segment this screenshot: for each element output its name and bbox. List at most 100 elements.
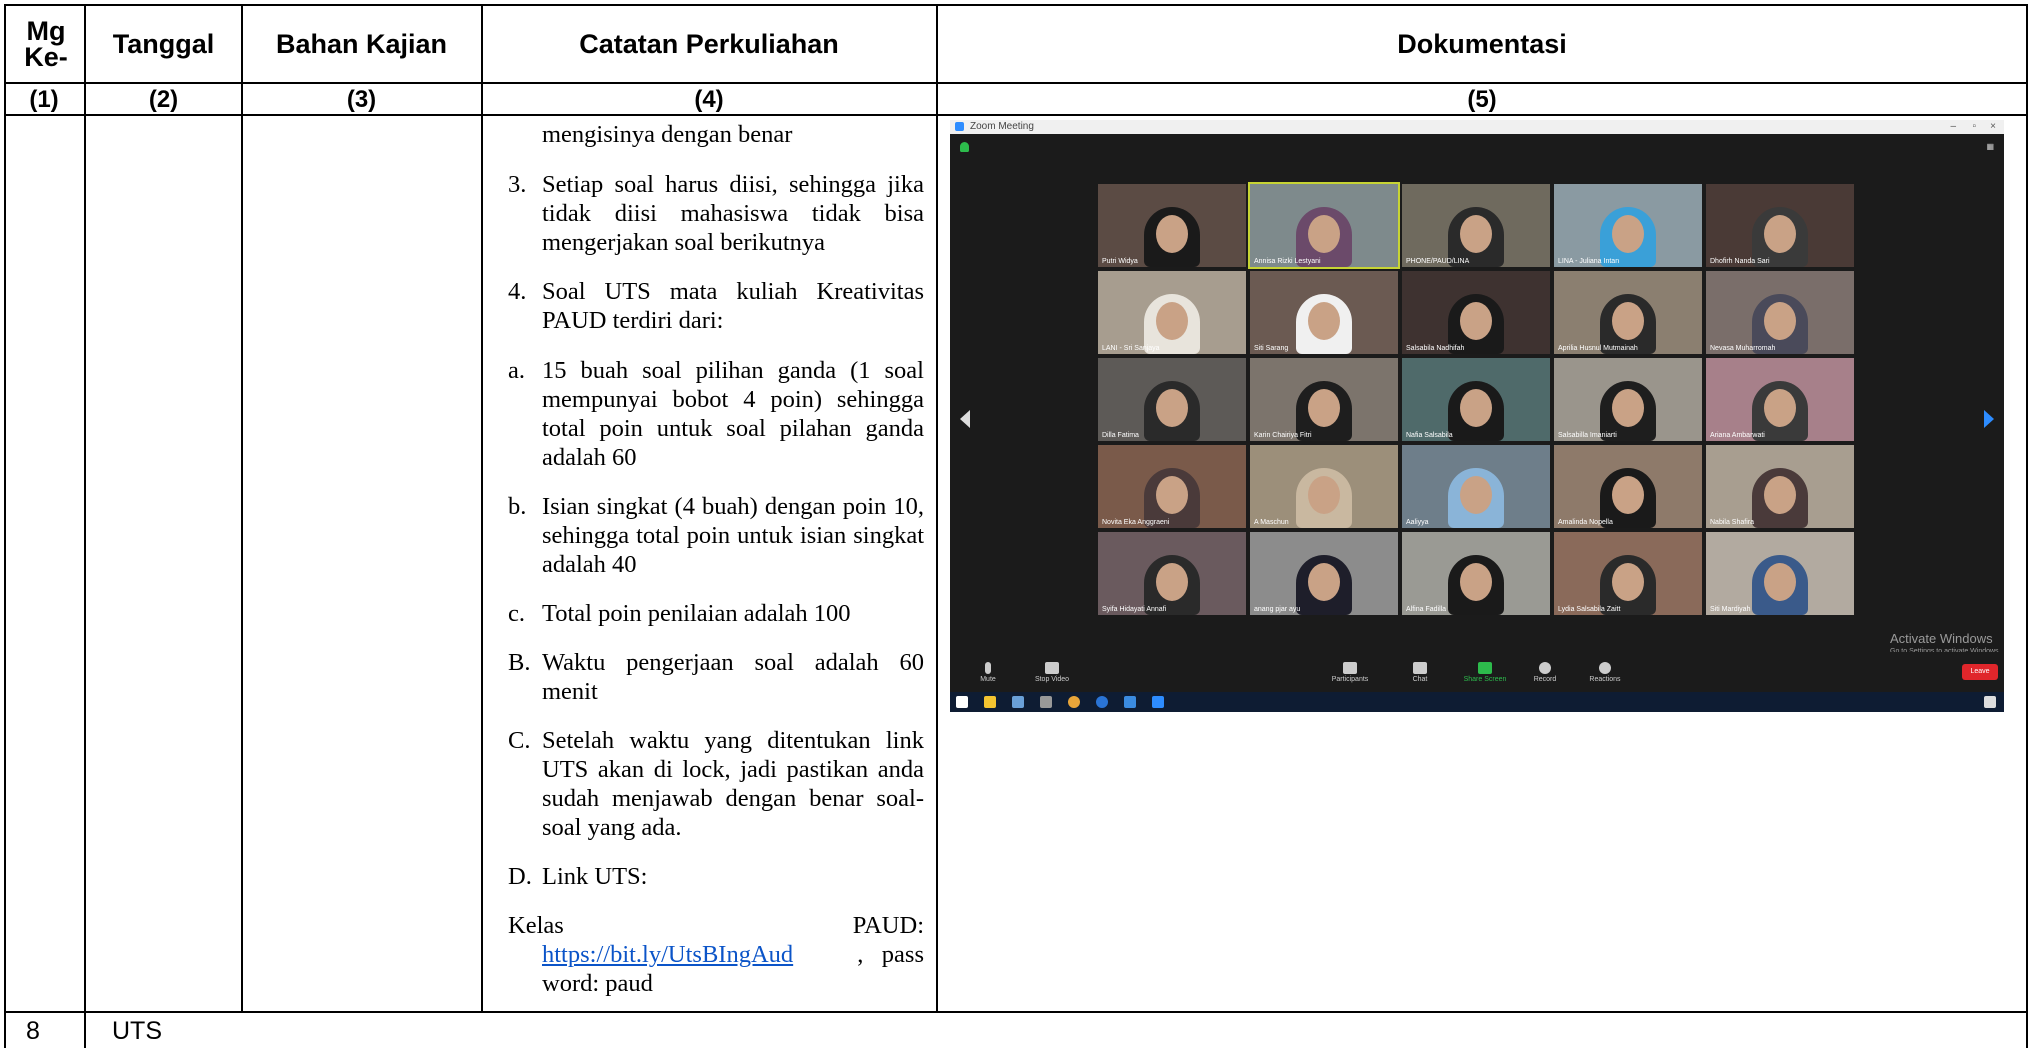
share-screen-label: Share Screen bbox=[1463, 676, 1507, 683]
header-dokumentasi: Dokumentasi bbox=[1397, 29, 1567, 59]
participant-name: anang pjar ayu bbox=[1254, 606, 1301, 613]
participant-name: Siti Sarang bbox=[1254, 345, 1289, 352]
table-border-right bbox=[2026, 4, 2028, 1048]
participant-face bbox=[1460, 389, 1492, 427]
participant-face bbox=[1156, 215, 1188, 253]
participant-tile: Siti Sarang bbox=[1250, 271, 1398, 354]
participant-tile: Alfina Fadilla bbox=[1402, 532, 1550, 615]
zoom-title-bar: Zoom Meeting – ▫ × bbox=[950, 120, 2004, 134]
participant-tile: anang pjar ayu bbox=[1250, 532, 1398, 615]
participant-name: Salsabilla Imaniarti bbox=[1558, 432, 1617, 439]
participant-name: Aaliyya bbox=[1406, 519, 1429, 526]
participant-face bbox=[1308, 389, 1340, 427]
column-divider-1 bbox=[84, 4, 86, 1048]
participant-tile: Novita Eka Anggraeni bbox=[1098, 445, 1246, 528]
close-icon: × bbox=[1990, 121, 1996, 132]
participant-tile: Karin Chairiya Fitri bbox=[1250, 358, 1398, 441]
participant-name: LANI - Sri Sanjaya bbox=[1102, 345, 1160, 352]
note-item-3: 3. Setiap soal harus diisi, sehingga jik… bbox=[508, 170, 924, 257]
participant-face bbox=[1460, 302, 1492, 340]
participant-tile: Nevasa Muharromah bbox=[1706, 271, 1854, 354]
reactions-icon bbox=[1599, 662, 1611, 674]
participant-tile: Amalinda Nopella bbox=[1554, 445, 1702, 528]
share-screen-button: Share Screen bbox=[1455, 662, 1515, 683]
participant-name: Aprilia Husnul Mutmainah bbox=[1558, 345, 1638, 352]
note-item-b: b. Isian singkat (4 buah) dengan poin 10… bbox=[508, 492, 924, 579]
note-item-label: B. bbox=[508, 649, 531, 676]
participant-tile: Lydia Salsabila Zaitt bbox=[1554, 532, 1702, 615]
participant-tile: Nafia Salsabila bbox=[1402, 358, 1550, 441]
record-label: Record bbox=[1533, 676, 1557, 683]
participant-name: Amalinda Nopella bbox=[1558, 519, 1613, 526]
kelas-label: Kelas bbox=[508, 912, 564, 939]
prev-page-icon bbox=[960, 410, 970, 428]
record-icon bbox=[1539, 662, 1551, 674]
content-row-divider bbox=[4, 1011, 2028, 1013]
column-divider-4 bbox=[936, 4, 938, 1012]
note-item-text: Link UTS: bbox=[542, 863, 648, 890]
reactions-label: Reactions bbox=[1589, 676, 1621, 683]
participant-name: Alfina Fadilla bbox=[1406, 606, 1447, 613]
participant-grid: Putri Widya Annisa Rizki Lestyani PHONE/PA… bbox=[1098, 182, 1856, 618]
minimize-icon: – bbox=[1950, 121, 1956, 132]
participant-tile: LINA - Juliana Intan bbox=[1554, 184, 1702, 267]
share-screen-icon bbox=[1478, 662, 1492, 674]
note-item-4: 4. Soal UTS mata kuliah Kreativitas PAUD… bbox=[508, 277, 924, 335]
participant-name: Lydia Salsabila Zaitt bbox=[1558, 606, 1621, 613]
participant-tile: Siti Mardiyah bbox=[1706, 532, 1854, 615]
note-item-label: c. bbox=[508, 600, 525, 627]
note-item-C: C. Setelah waktu yang ditentukan link UT… bbox=[508, 726, 924, 842]
participant-face bbox=[1308, 563, 1340, 601]
note-item-text: Waktu pengerjaan soal adalah 60 menit bbox=[542, 649, 924, 705]
header-catatan-perkuliahan: Catatan Perkuliahan bbox=[579, 29, 839, 59]
participants-button: Participants bbox=[1320, 662, 1380, 683]
participant-tile: PHONE/PAUD/LINA bbox=[1402, 184, 1550, 267]
participants-icon bbox=[1343, 662, 1357, 674]
participant-tile: Salsabilla Imaniarti bbox=[1554, 358, 1702, 441]
note-item-text: Total poin penilaian adalah 100 bbox=[542, 600, 851, 627]
app-icon bbox=[1040, 696, 1052, 708]
participant-tile: A Maschun bbox=[1250, 445, 1398, 528]
participant-name: Putri Widya bbox=[1102, 258, 1138, 265]
activate-line-1: Activate Windows bbox=[1890, 631, 1993, 646]
participant-tile: Dilla Fatima bbox=[1098, 358, 1246, 441]
participant-name: Karin Chairiya Fitri bbox=[1254, 432, 1312, 439]
participant-tile: Dhofirh Nanda Sari bbox=[1706, 184, 1854, 267]
participant-face bbox=[1308, 476, 1340, 514]
leave-button: Leave bbox=[1962, 664, 1998, 680]
participant-name: Annisa Rizki Lestyani bbox=[1254, 258, 1321, 265]
participants-label: Participants bbox=[1331, 676, 1369, 683]
windows-start-icon bbox=[956, 696, 968, 708]
zoom-taskbar-icon bbox=[1152, 696, 1164, 708]
chat-button: Chat bbox=[1390, 662, 1450, 683]
participant-face bbox=[1612, 389, 1644, 427]
participant-name: Syifa Hidayati Annafi bbox=[1102, 606, 1167, 613]
participant-face bbox=[1764, 302, 1796, 340]
note-item-label: 3. bbox=[508, 171, 527, 198]
participant-tile: Putri Widya bbox=[1098, 184, 1246, 267]
zoom-meeting-screenshot: Zoom Meeting – ▫ × ▦ Putri Widya Annisa R… bbox=[950, 120, 2004, 712]
week-number: 8 bbox=[26, 1017, 40, 1045]
column-divider-3 bbox=[481, 4, 483, 1012]
note-item-text: Setiap soal harus diisi, sehingga jika t… bbox=[542, 171, 924, 256]
participant-face bbox=[1612, 476, 1644, 514]
table-border-top bbox=[4, 4, 2028, 6]
participant-face bbox=[1460, 563, 1492, 601]
microphone-icon bbox=[985, 662, 991, 674]
zoom-app-icon bbox=[955, 122, 964, 131]
stop-video-button: Stop Video bbox=[1022, 662, 1082, 683]
participant-name: PHONE/PAUD/LINA bbox=[1406, 258, 1470, 265]
column-number-4: (4) bbox=[694, 86, 724, 113]
note-item-label: C. bbox=[508, 727, 531, 754]
pass-suffix: , pass bbox=[857, 941, 924, 968]
uts-link[interactable]: https://bit.ly/UtsBIngAud bbox=[542, 940, 793, 969]
participant-name: LINA - Juliana Intan bbox=[1558, 258, 1620, 265]
participant-face bbox=[1156, 389, 1188, 427]
zoom-toolbar: Mute Stop Video Participants Chat Share … bbox=[950, 652, 2004, 692]
participant-name: Ariana Ambarwati bbox=[1710, 432, 1765, 439]
note-item-label: 4. bbox=[508, 278, 527, 305]
participant-face bbox=[1612, 563, 1644, 601]
participant-tile: Syifa Hidayati Annafi bbox=[1098, 532, 1246, 615]
column-number-1: (1) bbox=[29, 86, 59, 113]
participant-face bbox=[1764, 476, 1796, 514]
